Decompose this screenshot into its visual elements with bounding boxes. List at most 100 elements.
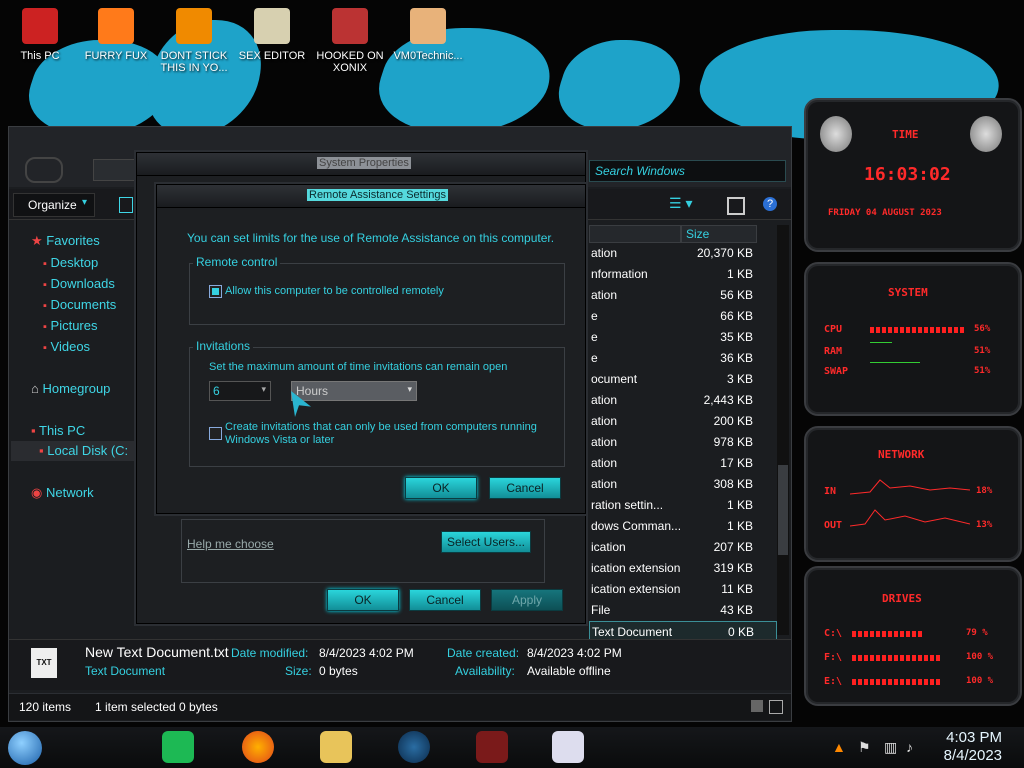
- row-type: e: [591, 309, 598, 323]
- nav-homegroup[interactable]: ⌂ Homegroup: [31, 381, 110, 396]
- address-bar[interactable]: [93, 159, 141, 181]
- nav-favorite-item[interactable]: ▪ Pictures: [43, 318, 98, 333]
- vista-only-checkbox[interactable]: [209, 427, 222, 440]
- table-row[interactable]: File 43 KB: [589, 600, 775, 620]
- help-me-choose-link[interactable]: Help me choose: [187, 537, 274, 551]
- row-type: nformation: [591, 267, 648, 281]
- drives-title: DRIVES: [882, 592, 922, 605]
- vertical-scrollbar[interactable]: [777, 225, 789, 635]
- nav-favorite-item[interactable]: ▪ Documents: [43, 297, 116, 312]
- tiles-view-icon[interactable]: [769, 700, 783, 714]
- table-row[interactable]: ation 17 KB: [589, 453, 775, 473]
- row-size: 17 KB: [720, 456, 753, 470]
- nav-this-pc[interactable]: ▪ This PC: [31, 423, 85, 438]
- column-size-header[interactable]: Size: [681, 225, 757, 243]
- row-size: 36 KB: [720, 351, 753, 365]
- amount-select[interactable]: 6 ▾: [209, 381, 271, 401]
- table-row[interactable]: ation 200 KB: [589, 411, 775, 431]
- search-input[interactable]: Search Windows: [589, 160, 786, 182]
- back-icon[interactable]: [25, 157, 63, 183]
- allow-remote-control-checkbox[interactable]: [209, 285, 222, 298]
- taskbar-date[interactable]: 8/4/2023: [936, 747, 1002, 764]
- desktop-icon-3[interactable]: SEX EDITOR: [236, 8, 308, 62]
- select-users-button[interactable]: Select Users...: [441, 531, 531, 553]
- nav-favorites[interactable]: ★ Favorites: [31, 233, 100, 249]
- table-row[interactable]: ocument 3 KB: [589, 369, 775, 389]
- remote-cancel-button[interactable]: Cancel: [489, 477, 561, 499]
- remote-assistance-dialog[interactable]: Remote Assistance Settings You can set l…: [156, 184, 586, 514]
- table-row[interactable]: ation 20,370 KB: [589, 243, 775, 263]
- table-row[interactable]: e 36 KB: [589, 348, 775, 368]
- preview-icon[interactable]: [119, 197, 133, 213]
- swap-graph: [870, 362, 920, 363]
- system-ok-button[interactable]: OK: [327, 589, 399, 611]
- drive-usage-bar: [852, 679, 942, 685]
- taskbar-time[interactable]: 4:03 PM: [942, 729, 1002, 746]
- row-size: 0 KB: [727, 625, 754, 639]
- nav-favorite-item[interactable]: ▪ Videos: [43, 339, 90, 354]
- table-row[interactable]: e 66 KB: [589, 306, 775, 326]
- remote-desktop-taskbar-icon[interactable]: [552, 731, 584, 763]
- network-tray-icon[interactable]: ▥: [884, 739, 897, 756]
- pane-icon[interactable]: [727, 197, 745, 215]
- desktop-icon-label: FURRY FUX: [84, 50, 148, 62]
- firefox-taskbar-icon[interactable]: [242, 731, 274, 763]
- desktop-icon-label: HOOKED ON XONIX: [316, 50, 384, 74]
- row-size: 1 KB: [726, 267, 753, 281]
- system-apply-button[interactable]: Apply: [491, 589, 563, 611]
- row-type: File: [591, 603, 611, 617]
- details-view-icon[interactable]: [751, 700, 763, 712]
- desktop-icon-5[interactable]: VM0Technic...: [392, 8, 464, 62]
- nav-network[interactable]: ◉ Network: [31, 485, 94, 501]
- row-type: dows Comman...: [591, 519, 682, 533]
- column-type-header[interactable]: [589, 225, 681, 243]
- organize-button[interactable]: Organize ▾: [13, 193, 95, 217]
- table-row[interactable]: ication 207 KB: [589, 537, 775, 557]
- table-row[interactable]: ication extension 319 KB: [589, 558, 775, 578]
- table-row[interactable]: ation 2,443 KB: [589, 390, 775, 410]
- help-icon[interactable]: ?: [763, 197, 777, 211]
- flag-icon[interactable]: ⚑: [858, 739, 871, 756]
- drive-usage-bar: [852, 631, 923, 637]
- gadget-app-icon[interactable]: [476, 731, 508, 763]
- chevron-down-icon: ▾: [82, 197, 88, 208]
- steam-icon[interactable]: [398, 731, 430, 763]
- volume-icon[interactable]: ♪: [906, 739, 913, 755]
- network-gadget[interactable]: NETWORK IN 18% OUT 13%: [804, 426, 1022, 562]
- table-row[interactable]: e 35 KB: [589, 327, 775, 347]
- file-explorer-taskbar-icon[interactable]: [320, 731, 352, 763]
- table-row[interactable]: nformation 1 KB: [589, 264, 775, 284]
- taskbar: ▲ ⚑ ▥ ♪ 4:03 PM 8/4/2023: [0, 727, 1024, 768]
- search-placeholder: Search Windows: [595, 164, 685, 178]
- table-row[interactable]: dows Comman... 1 KB: [589, 516, 775, 536]
- spotify-icon[interactable]: [162, 731, 194, 763]
- nav-local-disk[interactable]: ▪ Local Disk (C:: [11, 441, 147, 461]
- table-row[interactable]: ation 978 KB: [589, 432, 775, 452]
- availability-label: Availability:: [455, 664, 515, 678]
- table-row[interactable]: ration settin... 1 KB: [589, 495, 775, 515]
- nav-favorite-item[interactable]: ▪ Downloads: [43, 276, 115, 291]
- remote-ok-button[interactable]: OK: [405, 477, 477, 499]
- table-row[interactable]: ation 56 KB: [589, 285, 775, 305]
- table-row[interactable]: ation 308 KB: [589, 474, 775, 494]
- desktop-icon-1[interactable]: FURRY FUX: [80, 8, 152, 62]
- net-out-value: 13%: [976, 520, 993, 530]
- desktop-icon-2[interactable]: DONT STICK THIS IN YO...: [158, 8, 230, 74]
- drives-gadget[interactable]: DRIVES C:\ 79 % F:\ 100 % E:\ 100 %: [804, 566, 1022, 706]
- unit-select[interactable]: Hours ▾: [291, 381, 417, 401]
- row-type: ication extension: [591, 582, 681, 596]
- system-gadget[interactable]: SYSTEM CPU 56% RAM 51% SWAP 51%: [804, 262, 1022, 416]
- time-gadget[interactable]: TIME 16:03:02 FRIDAY 04 AUGUST 2023: [804, 98, 1022, 252]
- table-row[interactable]: ication extension 11 KB: [589, 579, 775, 599]
- desktop-icon-0[interactable]: This PC: [4, 8, 76, 62]
- desktop-icon-4[interactable]: HOOKED ON XONIX: [314, 8, 386, 74]
- row-type: ation: [591, 393, 618, 407]
- row-type: ation: [591, 435, 618, 449]
- cpu-bar: [870, 327, 966, 333]
- notification-icon[interactable]: ▲: [832, 739, 846, 755]
- start-button[interactable]: [8, 731, 42, 765]
- view-icon[interactable]: ☰ ▾: [669, 195, 692, 212]
- system-cancel-button[interactable]: Cancel: [409, 589, 481, 611]
- nav-favorite-item[interactable]: ▪ Desktop: [43, 255, 98, 270]
- status-bar: 120 items 1 item selected 0 bytes: [9, 693, 791, 720]
